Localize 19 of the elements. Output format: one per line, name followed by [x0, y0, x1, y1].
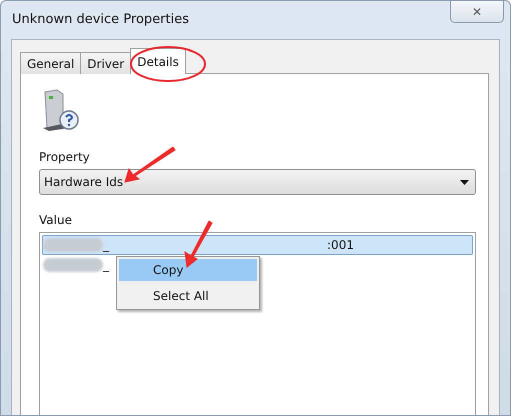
pointer-arrow: [124, 146, 176, 183]
blurred-text: [43, 258, 103, 272]
row-text-tail: :001: [326, 238, 354, 252]
property-dropdown[interactable]: Hardware Ids: [39, 169, 476, 195]
blurred-text: [43, 238, 103, 252]
tab[interactable]: General: [20, 52, 82, 74]
property-label: Property: [39, 150, 91, 164]
dropdown-arrow-icon: [460, 180, 469, 184]
menu-item[interactable]: Copy: [119, 259, 257, 281]
row-text: _: [103, 258, 109, 272]
tab[interactable]: Details: [130, 48, 186, 74]
list-row[interactable]: _ :001: [42, 235, 473, 255]
close-button[interactable]: ✕: [450, 1, 504, 23]
pointer-arrow: [184, 220, 213, 268]
row-text: _: [103, 238, 109, 252]
value-label: Value: [39, 213, 73, 227]
menu-item[interactable]: Select All: [119, 285, 257, 307]
tab[interactable]: Driver: [80, 52, 132, 74]
window-title: Unknown device Properties: [12, 12, 190, 27]
